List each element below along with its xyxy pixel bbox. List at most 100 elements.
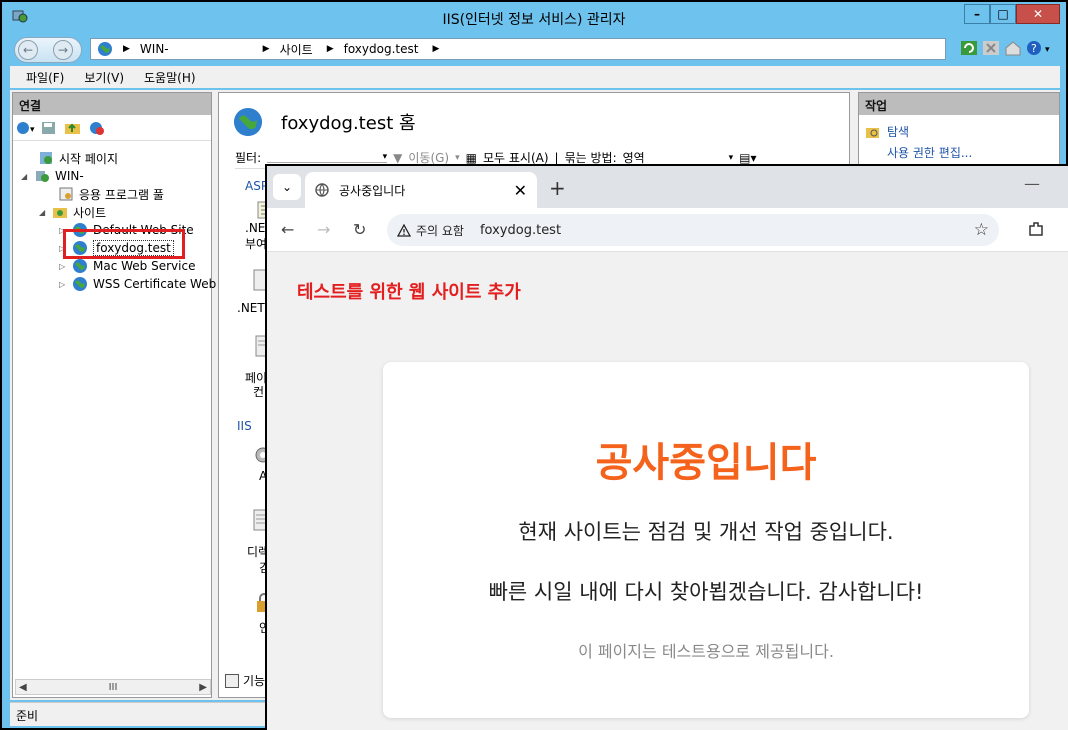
window-title: IIS(인터넷 정보 서비스) 관리자 — [442, 12, 626, 28]
explore-link[interactable]: 탐색 — [859, 121, 1059, 142]
message-line-2: 빠른 시일 내에 다시 찾아뵙겠습니다. 감사합니다! — [488, 580, 924, 604]
tree-sites[interactable]: ◢ 사이트 — [39, 203, 106, 221]
maintenance-card: 공사중입니다 현재 사이트는 점검 및 개선 작업 중입니다. 빠른 시일 내에… — [383, 362, 1029, 718]
page-title: foxydog.test 홈 — [233, 107, 416, 137]
browser-toolbar: ← → ↻ 주의 요함 foxydog.test ☆ — [267, 208, 1068, 252]
feature-label: .NET — [237, 301, 265, 315]
new-tab-button[interactable]: + — [549, 176, 566, 200]
horizontal-scrollbar[interactable]: ◀ III ▶ — [15, 679, 211, 695]
connections-toolbar: ▾ — [13, 115, 211, 141]
forward-icon[interactable]: → — [53, 40, 73, 60]
up-folder-icon[interactable] — [64, 120, 82, 136]
back-icon[interactable]: ← — [281, 220, 294, 239]
breadcrumb-server[interactable]: WIN- — [140, 42, 169, 56]
svg-text:▾: ▾ — [30, 125, 35, 135]
menu-file[interactable]: 파일(F) — [26, 69, 64, 86]
tree-app-pools[interactable]: 응용 프로그램 풀 — [45, 185, 164, 203]
stop-icon[interactable] — [982, 40, 1000, 56]
menu-help[interactable]: 도움말(H) — [144, 69, 196, 86]
minimize-button[interactable]: – — [964, 4, 990, 24]
scroll-right-icon[interactable]: ▶ — [199, 682, 207, 693]
extensions-icon[interactable] — [1027, 220, 1045, 238]
scroll-left-icon[interactable]: ◀ — [19, 682, 27, 693]
refresh-icon[interactable] — [960, 40, 978, 56]
tree-site-mac[interactable]: ▷ Mac Web Service — [59, 257, 195, 275]
browser-window: ⌄ 공사중입니다 ✕ + — ← → ↻ 주의 요함 foxydog.test … — [265, 164, 1068, 730]
connect-icon[interactable]: ▾ — [16, 120, 35, 136]
page-content: 테스트를 위한 웹 사이트 추가 공사중입니다 현재 사이트는 점검 및 개선 … — [267, 252, 1068, 730]
back-icon[interactable]: ← — [18, 40, 38, 60]
tree-server[interactable]: ◢ WIN- — [21, 167, 84, 185]
toolbar-icons: ? ▾ — [960, 40, 1056, 56]
annotation-text: 테스트를 위한 웹 사이트 추가 — [297, 282, 521, 303]
save-icon[interactable] — [40, 120, 58, 136]
features-view-icon — [225, 673, 239, 688]
minimize-button[interactable]: — — [1024, 174, 1040, 193]
message-line-1: 현재 사이트는 점검 및 개선 작업 중입니다. — [518, 520, 894, 544]
expand-icon[interactable]: ▷ — [59, 262, 69, 271]
nav-buttons: ← → — [14, 37, 82, 63]
chevron-down-icon: ⌄ — [281, 180, 293, 194]
actions-header: 작업 — [859, 93, 1059, 115]
feature-label: 부여 — [245, 237, 268, 251]
help-icon[interactable]: ? ▾ — [1026, 40, 1056, 56]
highlight-box — [63, 229, 185, 259]
test-note: 이 페이지는 테스트용으로 제공됩니다. — [578, 642, 834, 661]
browser-tab[interactable]: 공사중입니다 ✕ — [305, 172, 537, 208]
start-page-icon — [40, 152, 52, 164]
url-text: foxydog.test — [479, 222, 562, 238]
iis-titlebar: IIS(인터넷 정보 서비스) 관리자 – □ ✕ — [2, 2, 1066, 32]
reload-icon[interactable]: ↻ — [353, 220, 366, 239]
disconnect-icon[interactable] — [88, 120, 106, 136]
features-view-tab[interactable]: 기능 — [225, 672, 265, 689]
page-heading: 공사중입니다 — [595, 440, 817, 486]
tab-search-button[interactable]: ⌄ — [273, 174, 301, 200]
tab-strip: ⌄ 공사중입니다 ✕ + — — [267, 166, 1068, 208]
connections-header: 연결 — [13, 93, 211, 115]
breadcrumb-sites[interactable]: 사이트 — [280, 41, 313, 58]
close-button[interactable]: ✕ — [1016, 4, 1060, 24]
chevron-right-icon: ▶ — [326, 44, 334, 54]
show-all-icon: ▦ — [465, 150, 477, 165]
feature-label: 컨 — [253, 385, 265, 399]
globe-icon — [315, 183, 329, 197]
globe-icon — [73, 277, 87, 291]
app-pool-icon — [59, 187, 73, 201]
tree-site-wss[interactable]: ▷ WSS Certificate Web S — [59, 275, 228, 293]
view-icon[interactable]: ▤▾ — [739, 151, 756, 165]
sites-folder-icon — [53, 208, 67, 218]
breadcrumb[interactable]: ▶ WIN- ▶ 사이트 ▶ foxydog.test ▶ — [90, 38, 946, 60]
globe-icon — [98, 42, 112, 56]
tree-start-page[interactable]: 시작 페이지 — [25, 149, 118, 167]
globe-icon — [73, 259, 87, 273]
maximize-button[interactable]: □ — [990, 4, 1016, 24]
chevron-right-icon: ▶ — [432, 44, 440, 54]
security-chip[interactable]: 주의 요함 — [397, 222, 476, 239]
filter-input[interactable]: ▾ — [267, 152, 388, 163]
connections-pane: 연결 ▾ 시작 페이지 ◢ WIN- 응용 프로그램 풀 ◢ 사이트 ▷ Def… — [12, 92, 228, 698]
bookmark-star-icon[interactable]: ☆ — [974, 220, 989, 240]
forward-icon[interactable]: → — [317, 220, 330, 239]
warning-icon — [397, 223, 411, 237]
omnibox[interactable]: 주의 요함 foxydog.test ☆ — [387, 214, 999, 246]
collapse-icon[interactable]: ◢ — [21, 172, 31, 181]
server-icon — [36, 171, 49, 182]
expand-icon[interactable]: ▷ — [59, 280, 69, 289]
home-icon[interactable] — [1004, 40, 1022, 56]
close-tab-icon[interactable]: ✕ — [514, 181, 527, 200]
collapse-icon[interactable]: ◢ — [39, 208, 49, 217]
menu-bar: 파일(F) 보기(V) 도움말(H) — [10, 66, 1060, 88]
chevron-right-icon: ▶ — [123, 44, 130, 54]
svg-text:▾: ▾ — [1045, 45, 1050, 55]
edit-permissions-link[interactable]: 사용 권한 편집... — [859, 142, 1059, 163]
tab-title: 공사중입니다 — [339, 183, 406, 198]
group-header: IIS — [237, 419, 252, 433]
svg-text:?: ? — [1031, 42, 1037, 55]
globe-icon — [233, 107, 263, 137]
breadcrumb-site[interactable]: foxydog.test — [344, 42, 419, 56]
menu-view[interactable]: 보기(V) — [84, 69, 124, 86]
address-bar: ← → ▶ WIN- ▶ 사이트 ▶ foxydog.test ▶ ? ▾ — [10, 34, 1060, 64]
folder-search-icon — [866, 127, 879, 138]
window-controls: – □ ✕ — [964, 4, 1060, 24]
filter-icon: ▼ — [393, 150, 403, 165]
